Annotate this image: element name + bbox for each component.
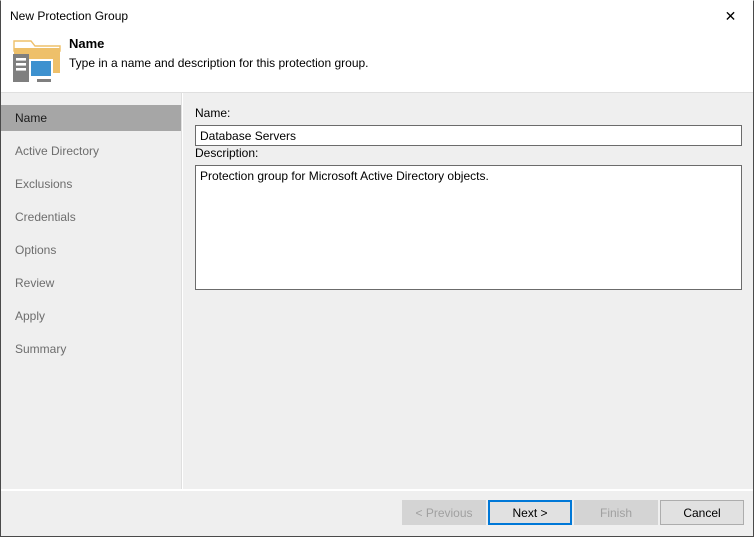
sidebar-item-label: Apply xyxy=(15,309,45,323)
description-input[interactable]: Protection group for Microsoft Active Di… xyxy=(195,165,742,290)
sidebar-item-label: Name xyxy=(15,111,47,125)
sidebar-item-label: Exclusions xyxy=(15,177,72,191)
cancel-button[interactable]: Cancel xyxy=(660,500,744,525)
close-icon: ✕ xyxy=(725,9,737,23)
close-button[interactable]: ✕ xyxy=(708,1,753,30)
sidebar-item-label: Options xyxy=(15,243,56,257)
sidebar-item-label: Review xyxy=(15,276,54,290)
description-label: Description: xyxy=(195,146,258,161)
title-bar: New Protection Group ✕ xyxy=(1,1,753,31)
header-title: Name xyxy=(69,36,104,52)
dialog-footer: < Previous Next > Finish Cancel xyxy=(1,490,753,536)
sidebar-item-credentials[interactable]: Credentials xyxy=(1,204,181,230)
sidebar-item-name[interactable]: Name xyxy=(1,105,181,131)
sidebar-item-label: Credentials xyxy=(15,210,76,224)
finish-button[interactable]: Finish xyxy=(574,500,658,525)
sidebar-item-options[interactable]: Options xyxy=(1,237,181,263)
sidebar-item-summary[interactable]: Summary xyxy=(1,336,181,362)
sidebar-item-review[interactable]: Review xyxy=(1,270,181,296)
name-label: Name: xyxy=(195,106,230,121)
window-title: New Protection Group xyxy=(10,8,128,24)
sidebar-item-label: Active Directory xyxy=(15,144,99,158)
content-pane: Name: Description: Protection group for … xyxy=(183,93,753,489)
sidebar-item-apply[interactable]: Apply xyxy=(1,303,181,329)
name-input[interactable] xyxy=(195,125,742,146)
dialog-header: Name Type in a name and description for … xyxy=(1,31,753,93)
previous-button[interactable]: < Previous xyxy=(402,500,486,525)
next-button[interactable]: Next > xyxy=(488,500,572,525)
sidebar-item-active-directory[interactable]: Active Directory xyxy=(1,138,181,164)
sidebar-item-exclusions[interactable]: Exclusions xyxy=(1,171,181,197)
wizard-step-sidebar: Name Active Directory Exclusions Credent… xyxy=(1,93,182,489)
protection-group-icon xyxy=(11,35,67,87)
header-subtitle: Type in a name and description for this … xyxy=(69,55,369,71)
new-protection-group-dialog: New Protection Group ✕ xyxy=(0,0,754,537)
sidebar-item-label: Summary xyxy=(15,342,66,356)
